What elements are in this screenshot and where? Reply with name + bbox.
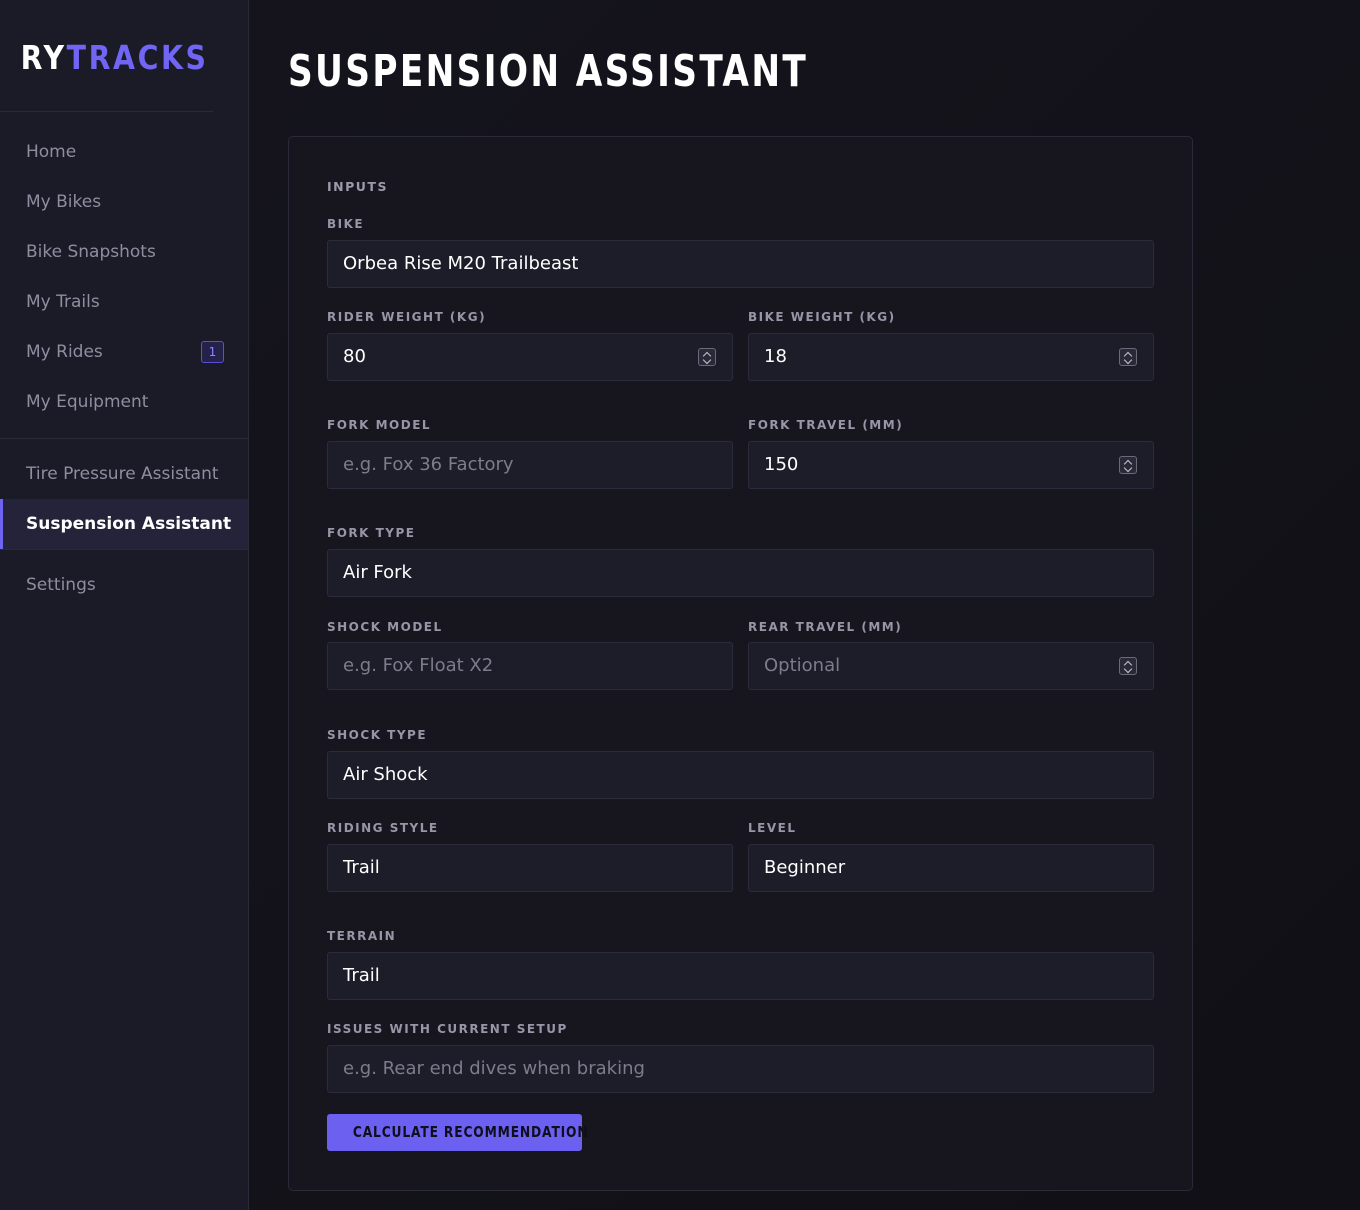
sidebar-item-label: My Bikes (26, 192, 102, 212)
main-content: SUSPENSION ASSISTANT INPUTS BIKE Orbea R… (249, 0, 1360, 1210)
fork-travel-value: 150 (764, 454, 799, 475)
brand-logo[interactable]: RYTRACKS (0, 0, 214, 112)
nav-group-main: Home My Bikes Bike Snapshots My Trails M… (0, 112, 248, 439)
bike-weight-stepper-icon[interactable] (1119, 348, 1137, 366)
rider-weight-input[interactable]: 80 (327, 333, 733, 381)
sidebar-item-suspension-assistant[interactable]: Suspension Assistant (0, 499, 248, 549)
sidebar-item-bike-snapshots[interactable]: Bike Snapshots (0, 227, 248, 277)
app: RYTRACKS Home My Bikes Bike Snapshots My… (0, 0, 1360, 1210)
rear-travel-input[interactable]: Optional (748, 642, 1154, 690)
terrain-select[interactable]: Trail (327, 952, 1154, 1000)
bike-weight-value: 18 (764, 346, 787, 367)
rider-weight-value: 80 (343, 346, 366, 367)
bike-weight-input[interactable]: 18 (748, 333, 1154, 381)
shock-type-select[interactable]: Air Shock (327, 751, 1154, 799)
sidebar-item-my-bikes[interactable]: My Bikes (0, 177, 248, 227)
bike-label: BIKE (327, 217, 365, 231)
fork-model-label: FORK MODEL (327, 418, 432, 432)
riding-style-label: RIDING STYLE (327, 821, 439, 835)
page-title: SUSPENSION ASSISTANT (288, 46, 809, 97)
sidebar-item-label: Home (26, 142, 77, 162)
rides-count-badge: 1 (201, 341, 224, 363)
bike-weight-label: BIKE WEIGHT (KG) (748, 310, 896, 324)
rear-travel-stepper-icon[interactable] (1119, 657, 1137, 675)
sidebar-item-tire-pressure-assistant[interactable]: Tire Pressure Assistant (0, 449, 248, 499)
sidebar-item-my-rides[interactable]: My Rides 1 (0, 327, 248, 377)
sidebar-item-label: Bike Snapshots (26, 242, 156, 262)
bike-select[interactable]: Orbea Rise M20 Trailbeast (327, 240, 1154, 288)
inputs-card: INPUTS BIKE Orbea Rise M20 Trailbeast RI… (288, 136, 1193, 1191)
sidebar-item-label: Suspension Assistant (26, 514, 232, 534)
fork-type-select[interactable]: Air Fork (327, 549, 1154, 597)
level-label: LEVEL (748, 821, 797, 835)
sidebar-item-label: My Equipment (26, 392, 149, 412)
fork-type-label: FORK TYPE (327, 526, 416, 540)
fork-travel-input[interactable]: 150 (748, 441, 1154, 489)
rider-weight-stepper-icon[interactable] (698, 348, 716, 366)
sidebar-item-settings[interactable]: Settings (0, 560, 248, 610)
fork-model-input[interactable]: e.g. Fox 36 Factory (327, 441, 733, 489)
calculate-button-label: CALCULATE RECOMMENDATION (352, 1123, 589, 1141)
section-label-inputs: INPUTS (327, 179, 388, 194)
level-select[interactable]: Beginner (748, 844, 1154, 892)
nav-group-assistants: Tire Pressure Assistant Suspension Assis… (0, 439, 248, 550)
rear-travel-label: REAR TRAVEL (MM) (748, 620, 903, 634)
sidebar-item-my-trails[interactable]: My Trails (0, 277, 248, 327)
rear-travel-placeholder: Optional (764, 655, 841, 676)
shock-model-input[interactable]: e.g. Fox Float X2 (327, 642, 733, 690)
brand-part1: RY (20, 38, 67, 77)
brand-part2: TRACKS (66, 38, 209, 77)
nav-group-settings: Settings (0, 550, 248, 620)
sidebar-item-my-equipment[interactable]: My Equipment (0, 377, 248, 427)
issues-label: ISSUES WITH CURRENT SETUP (327, 1022, 568, 1036)
sidebar-item-label: My Rides (26, 342, 103, 362)
sidebar-item-label: My Trails (26, 292, 100, 312)
fork-travel-label: FORK TRAVEL (MM) (748, 418, 904, 432)
rider-weight-label: RIDER WEIGHT (KG) (327, 310, 487, 324)
fork-travel-stepper-icon[interactable] (1119, 456, 1137, 474)
sidebar: RYTRACKS Home My Bikes Bike Snapshots My… (0, 0, 249, 1210)
shock-model-label: SHOCK MODEL (327, 620, 443, 634)
sidebar-item-home[interactable]: Home (0, 127, 248, 177)
calculate-recommendation-button[interactable]: CALCULATE RECOMMENDATION (327, 1114, 588, 1151)
terrain-label: TERRAIN (327, 929, 397, 943)
sidebar-item-label: Settings (26, 575, 96, 595)
issues-input[interactable]: e.g. Rear end dives when braking (327, 1045, 1154, 1093)
sidebar-item-label: Tire Pressure Assistant (26, 464, 219, 484)
shock-type-label: SHOCK TYPE (327, 728, 428, 742)
riding-style-select[interactable]: Trail (327, 844, 733, 892)
